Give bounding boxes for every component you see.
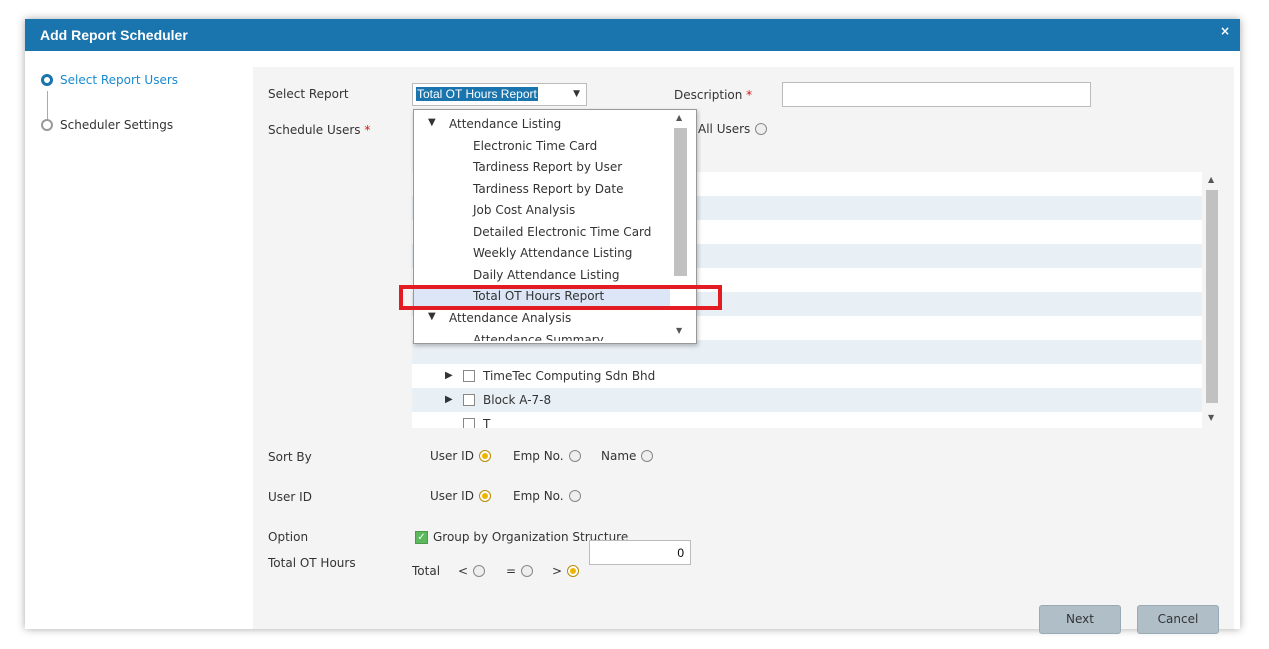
select-report-label: Select Report — [268, 87, 349, 101]
option-label: = — [506, 564, 517, 578]
dropdown-item[interactable]: Daily Attendance Listing — [414, 264, 670, 286]
dropdown-item[interactable]: Tardiness Report by User — [414, 156, 670, 178]
tree-row[interactable]: ▶ TimeTec Computing Sdn Bhd — [412, 364, 1202, 388]
option-label: User ID — [430, 449, 474, 463]
dropdown-item-label: Job Cost Analysis — [473, 203, 576, 217]
dropdown-item-label: Weekly Attendance Listing — [473, 246, 633, 260]
scroll-down-icon[interactable]: ▼ — [676, 326, 682, 335]
dropdown-item-label: Tardiness Report by Date — [473, 181, 624, 196]
step-indicator-icon — [41, 74, 53, 86]
checkmark-icon[interactable]: ✓ — [415, 530, 428, 544]
dropdown-item-label: Daily Attendance Listing — [473, 267, 620, 282]
tree-node-label: TimeTec Computing Sdn Bhd — [483, 369, 656, 383]
form-panel: Select Report Total OT Hours Report ▼ De… — [253, 67, 1234, 634]
tree-scrollbar[interactable]: ▲ ▼ — [1204, 172, 1220, 428]
step-label: Scheduler Settings — [60, 118, 174, 132]
dropdown-item-label: Electronic Time Card — [473, 138, 598, 153]
sort-by-name-option[interactable]: Name — [601, 449, 654, 463]
schedule-users-label: Schedule Users * — [268, 123, 371, 137]
scroll-down-icon[interactable]: ▼ — [1208, 413, 1214, 422]
compare-equal-radio[interactable] — [521, 565, 534, 577]
tree-node-label: Block A-7-8 — [483, 393, 552, 407]
userid-empno-option[interactable]: Emp No. — [513, 489, 581, 503]
option-label: < — [458, 564, 469, 578]
sort-by-empno-radio[interactable] — [568, 450, 581, 462]
tree-row[interactable]: ▶ Block A-7-8 — [412, 388, 1202, 412]
option-label: Emp No. — [513, 449, 564, 463]
step-indicator-icon — [41, 119, 53, 131]
expand-arrow-icon[interactable]: ▶ — [445, 394, 453, 405]
all-users-radio[interactable] — [755, 123, 768, 135]
chevron-down-icon: ▼ — [573, 89, 580, 99]
wizard-steps: Select Report Users Scheduler Settings — [25, 51, 253, 629]
sort-by-userid-radio[interactable] — [478, 450, 491, 462]
total-ot-hours-label: Total OT Hours — [268, 556, 356, 570]
compare-equal-option[interactable]: = — [506, 564, 534, 578]
option-label: Option — [268, 530, 309, 544]
step-scheduler-settings[interactable]: Scheduler Settings — [41, 118, 173, 132]
highlight-annotation — [399, 285, 722, 310]
scroll-up-icon[interactable]: ▲ — [1208, 175, 1214, 184]
total-label: Total — [412, 564, 441, 578]
option-label: Emp No. — [513, 489, 564, 503]
scrollbar-thumb[interactable] — [674, 128, 687, 276]
compare-less-radio[interactable] — [473, 565, 486, 577]
user-id-label: User ID — [268, 490, 312, 504]
compare-less-option[interactable]: < — [458, 564, 486, 578]
select-report-dropdown[interactable]: Total OT Hours Report ▼ — [412, 83, 587, 106]
dropdown-item-label: Detailed Electronic Time Card — [473, 224, 652, 239]
description-label: Description * — [674, 88, 753, 102]
cancel-button[interactable]: Cancel — [1137, 605, 1219, 634]
sort-by-label: Sort By — [268, 450, 312, 464]
dialog-title: Add Report Scheduler — [40, 27, 188, 43]
total-ot-hours-input[interactable] — [589, 540, 691, 565]
dropdown-item[interactable]: Detailed Electronic Time Card — [414, 221, 670, 243]
dropdown-item[interactable]: Weekly Attendance Listing — [414, 242, 670, 264]
userid-userid-option[interactable]: User ID — [430, 489, 491, 503]
dropdown-item[interactable]: Electronic Time Card — [414, 135, 670, 157]
userid-empno-radio[interactable] — [568, 490, 581, 502]
tree-checkbox[interactable] — [463, 370, 475, 382]
collapse-arrow-icon[interactable]: ▼ — [428, 117, 436, 128]
dropdown-group-label: Attendance Analysis — [449, 311, 572, 325]
scrollbar-thumb[interactable] — [1206, 190, 1218, 403]
sort-by-empno-option[interactable]: Emp No. — [513, 449, 581, 463]
dropdown-item[interactable]: Tardiness Report by Date — [414, 178, 670, 200]
sort-by-userid-option[interactable]: User ID — [430, 449, 491, 463]
dropdown-item[interactable]: Job Cost Analysis — [414, 199, 670, 221]
all-users-label: All Users — [698, 122, 751, 136]
dropdown-item-label: Tardiness Report by User — [473, 160, 623, 174]
sort-by-name-radio[interactable] — [641, 450, 654, 462]
tree-checkbox[interactable] — [463, 394, 475, 406]
close-icon[interactable]: × — [1220, 24, 1230, 38]
dropdown-item-label: Attendance Summary — [473, 332, 604, 341]
scroll-up-icon[interactable]: ▲ — [676, 113, 682, 122]
all-users-option[interactable]: All Users — [698, 122, 768, 136]
step-select-report-users[interactable]: Select Report Users — [41, 73, 178, 87]
dropdown-group-attendance-listing[interactable]: ▼ Attendance Listing — [414, 113, 670, 135]
option-label: > — [552, 564, 563, 578]
collapse-arrow-icon[interactable]: ▼ — [428, 311, 436, 322]
description-input[interactable] — [782, 82, 1091, 107]
tree-checkbox[interactable] — [463, 418, 475, 428]
select-report-value: Total OT Hours Report — [416, 87, 538, 101]
expand-arrow-icon[interactable]: ▶ — [445, 370, 453, 381]
dropdown-group-attendance-analysis[interactable]: ▼ Attendance Analysis — [414, 307, 670, 329]
userid-userid-radio[interactable] — [478, 490, 491, 502]
dropdown-group-label: Attendance Listing — [449, 117, 562, 131]
compare-greater-option[interactable]: > — [552, 564, 580, 578]
step-label: Select Report Users — [60, 73, 179, 87]
dialog-titlebar: Add Report Scheduler × — [25, 19, 1240, 51]
dropdown-item[interactable]: Attendance Summary — [414, 329, 670, 341]
option-label: User ID — [430, 489, 474, 503]
next-button[interactable]: Next — [1039, 605, 1121, 634]
compare-greater-radio[interactable] — [567, 565, 580, 577]
tree-node-label: T — [483, 417, 491, 428]
tree-row[interactable]: T — [412, 412, 1202, 428]
option-label: Name — [601, 449, 637, 463]
